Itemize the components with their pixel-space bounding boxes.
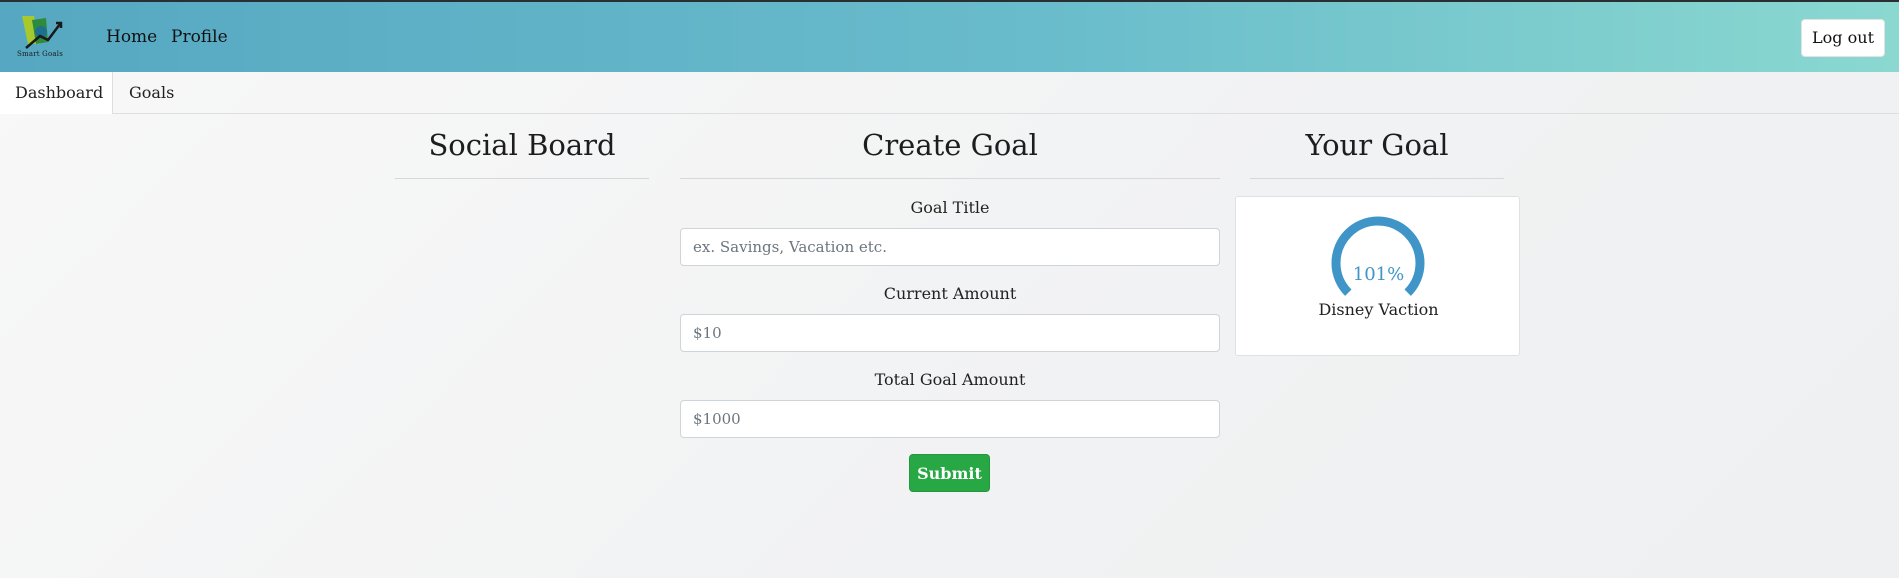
your-goal-divider [1250, 178, 1504, 179]
your-goal-title: Your Goal [1305, 128, 1449, 162]
goal-title-label: Goal Title [910, 198, 990, 217]
create-goal-divider [680, 178, 1220, 179]
submit-button[interactable]: Submit [909, 454, 990, 492]
tab-dashboard[interactable]: Dashboard [0, 72, 113, 114]
goal-title-input[interactable] [680, 228, 1220, 266]
top-navbar: Smart Goals Home Profile Log out [0, 0, 1899, 72]
total-goal-amount-input[interactable] [680, 400, 1220, 438]
current-amount-label: Current Amount [883, 284, 1017, 303]
goal-card[interactable]: 101% Disney Vaction [1235, 196, 1520, 356]
goal-name: Disney Vaction [1318, 300, 1439, 319]
logo-text: Smart Goals [16, 50, 63, 58]
nav-home-link[interactable]: Home [106, 27, 157, 47]
create-goal-title: Create Goal [862, 128, 1038, 162]
nav-profile-link[interactable]: Profile [171, 27, 228, 47]
total-goal-amount-label: Total Goal Amount [874, 370, 1026, 389]
goal-progress-percent: 101% [1352, 264, 1405, 285]
goal-progress-gauge [1331, 216, 1425, 296]
tab-goals[interactable]: Goals [114, 72, 189, 114]
logo-icon [22, 16, 63, 49]
social-board-divider [395, 178, 649, 179]
current-amount-input[interactable] [680, 314, 1220, 352]
tab-bar: Dashboard Goals [0, 72, 1899, 114]
social-board-title: Social Board [428, 128, 616, 162]
logout-button[interactable]: Log out [1801, 19, 1885, 57]
smart-goals-logo[interactable]: Smart Goals [12, 14, 68, 62]
